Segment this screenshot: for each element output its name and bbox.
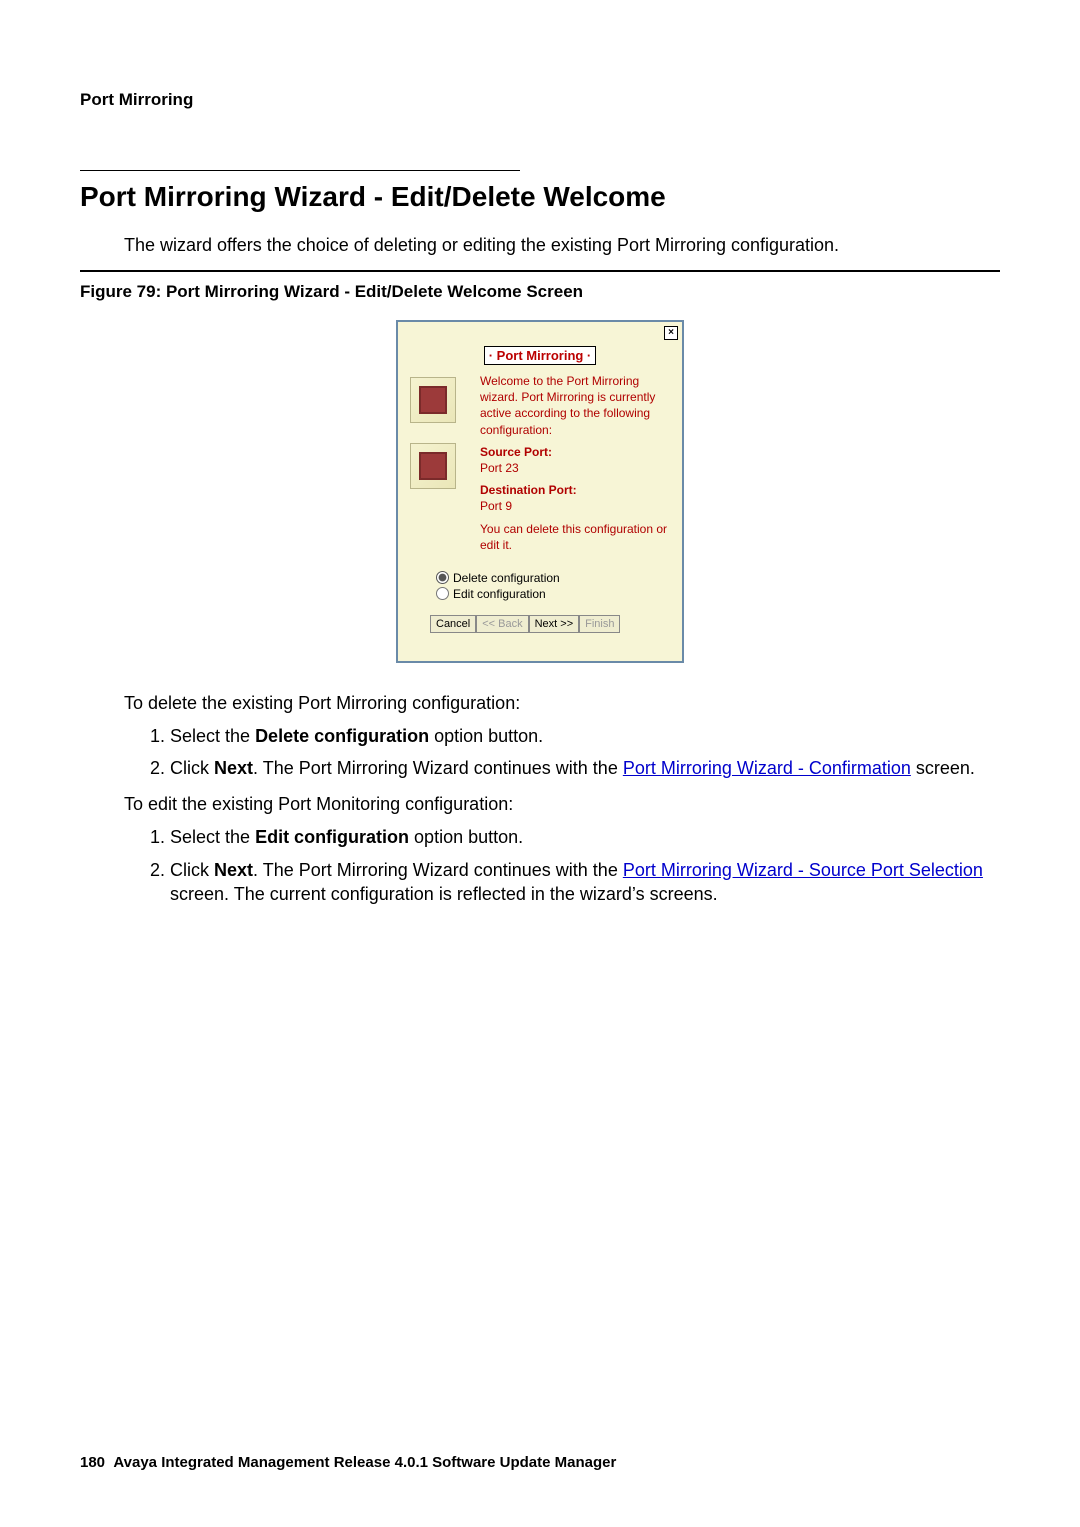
text: . The Port Mirroring Wizard continues wi… <box>253 860 623 880</box>
wizard-title: · Port Mirroring · <box>484 346 597 365</box>
delete-step-2: Click Next. The Port Mirroring Wizard co… <box>170 756 1000 780</box>
radio-edit-label: Edit configuration <box>453 587 546 601</box>
page-header-label: Port Mirroring <box>80 90 1000 110</box>
text: Select the <box>170 726 255 746</box>
wizard-dialog: × · Port Mirroring · Welcome to the Port… <box>396 320 684 663</box>
text: screen. The current configuration is ref… <box>170 884 718 904</box>
wizard-welcome-text: Welcome to the Port Mirroring wizard. Po… <box>480 373 670 438</box>
text: option button. <box>409 827 523 847</box>
bold: Next <box>214 758 253 778</box>
link-confirmation[interactable]: Port Mirroring Wizard - Confirmation <box>623 758 911 778</box>
bold: Edit configuration <box>255 827 409 847</box>
wizard-screenshot: × · Port Mirroring · Welcome to the Port… <box>80 320 1000 663</box>
radio-delete[interactable] <box>436 571 449 584</box>
delete-step-1: Select the Delete configuration option b… <box>170 724 1000 748</box>
close-icon[interactable]: × <box>664 326 678 340</box>
figure-caption: Figure 79: Port Mirroring Wizard - Edit/… <box>80 282 1000 302</box>
source-port-label: Source Port: <box>480 445 552 459</box>
section-intro: The wizard offers the choice of deleting… <box>124 235 1000 256</box>
rule-figure-top <box>80 270 1000 272</box>
rule-section-top <box>80 170 520 171</box>
radio-edit-row[interactable]: Edit configuration <box>436 587 670 601</box>
text: Click <box>170 758 214 778</box>
link-source-port-selection[interactable]: Port Mirroring Wizard - Source Port Sele… <box>623 860 983 880</box>
next-button[interactable]: Next >> <box>529 615 580 633</box>
edit-step-2: Click Next. The Port Mirroring Wizard co… <box>170 858 1000 907</box>
bold: Delete configuration <box>255 726 429 746</box>
section-title: Port Mirroring Wizard - Edit/Delete Welc… <box>80 181 1000 213</box>
finish-button: Finish <box>579 615 620 633</box>
delete-intro: To delete the existing Port Mirroring co… <box>124 693 1000 714</box>
cancel-button[interactable]: Cancel <box>430 615 476 633</box>
text: Click <box>170 860 214 880</box>
source-port-value: Port 23 <box>480 461 519 475</box>
wizard-footer-text: You can delete this configuration or edi… <box>480 521 670 553</box>
radio-edit[interactable] <box>436 587 449 600</box>
page-footer: 180 Avaya Integrated Management Release … <box>80 1454 616 1471</box>
footer-text: Avaya Integrated Management Release 4.0.… <box>113 1454 616 1471</box>
bold: Next <box>214 860 253 880</box>
dest-port-label: Destination Port: <box>480 483 577 497</box>
dest-port-value: Port 9 <box>480 499 512 513</box>
delete-steps: Select the Delete configuration option b… <box>170 724 1000 781</box>
text: screen. <box>911 758 975 778</box>
edit-steps: Select the Edit configuration option but… <box>170 825 1000 906</box>
edit-step-1: Select the Edit configuration option but… <box>170 825 1000 849</box>
back-button: << Back <box>476 615 528 633</box>
text: Select the <box>170 827 255 847</box>
wizard-icon-bottom <box>410 443 456 489</box>
text: option button. <box>429 726 543 746</box>
radio-delete-row[interactable]: Delete configuration <box>436 571 670 585</box>
wizard-icon-top <box>410 377 456 423</box>
page-number: 180 <box>80 1454 105 1471</box>
radio-delete-label: Delete configuration <box>453 571 560 585</box>
edit-intro: To edit the existing Port Monitoring con… <box>124 794 1000 815</box>
text: . The Port Mirroring Wizard continues wi… <box>253 758 623 778</box>
